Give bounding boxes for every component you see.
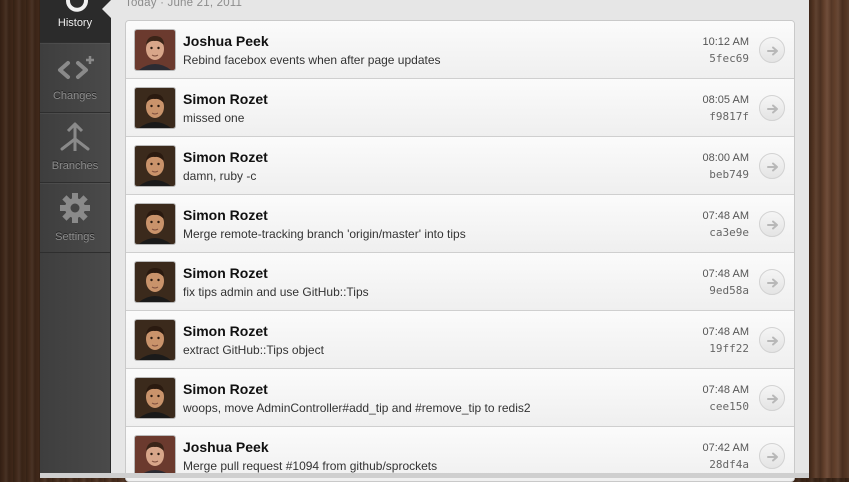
commit-message: damn, ruby -c xyxy=(183,169,257,183)
wood-background-right xyxy=(809,0,849,478)
commit-message: woops, move AdminController#add_tip and … xyxy=(183,401,531,415)
commit-row[interactable]: Joshua Peek Rebind facebox events when a… xyxy=(126,21,794,79)
arrow-right-icon xyxy=(767,104,778,114)
commit-author: Simon Rozet xyxy=(183,207,268,223)
commit-sha: cee150 xyxy=(709,400,749,413)
arrow-right-icon xyxy=(767,220,778,230)
avatar xyxy=(135,320,175,360)
sidebar: History Changes Branches Settings xyxy=(40,0,111,478)
commit-sha: ca3e9e xyxy=(709,226,749,239)
sidebar-item-label: Branches xyxy=(51,160,99,172)
commit-message: Rebind facebox events when after page up… xyxy=(183,53,441,67)
commit-sha: 5fec69 xyxy=(709,52,749,65)
bottom-bar xyxy=(40,473,809,478)
commit-message: fix tips admin and use GitHub::Tips xyxy=(183,285,369,299)
sidebar-item-label: Settings xyxy=(55,231,95,243)
sidebar-item-history[interactable]: History xyxy=(40,0,110,43)
arrow-right-icon xyxy=(767,452,778,462)
view-commit-button[interactable] xyxy=(759,327,785,353)
view-commit-button[interactable] xyxy=(759,37,785,63)
commit-time: 07:48 AM xyxy=(702,210,749,222)
history-panel: Today · June 21, 2011 Joshua Peek Rebind… xyxy=(111,0,809,482)
commit-row[interactable]: Simon Rozet woops, move AdminController#… xyxy=(126,369,794,427)
commit-message: extract GitHub::Tips object xyxy=(183,343,324,357)
commit-row[interactable]: Simon Rozet extract GitHub::Tips object … xyxy=(126,311,794,369)
avatar xyxy=(135,204,175,244)
commit-time: 07:48 AM xyxy=(702,326,749,338)
active-indicator xyxy=(102,0,111,18)
view-commit-button[interactable] xyxy=(759,153,785,179)
commit-list: Joshua Peek Rebind facebox events when a… xyxy=(125,20,795,482)
arrow-right-icon xyxy=(767,162,778,172)
sidebar-item-label: Changes xyxy=(52,90,98,102)
sidebar-item-label: History xyxy=(57,17,93,29)
commit-sha: beb749 xyxy=(709,168,749,181)
avatar xyxy=(135,146,175,186)
commit-author: Joshua Peek xyxy=(183,439,269,455)
changes-icon xyxy=(40,53,110,89)
commit-row[interactable]: Simon Rozet fix tips admin and use GitHu… xyxy=(126,253,794,311)
view-commit-button[interactable] xyxy=(759,443,785,469)
commit-row[interactable]: Simon Rozet damn, ruby -c 08:00 AM beb74… xyxy=(126,137,794,195)
commit-author: Simon Rozet xyxy=(183,323,268,339)
commit-sha: 9ed58a xyxy=(709,284,749,297)
avatar xyxy=(135,262,175,302)
commit-time: 07:42 AM xyxy=(702,442,749,454)
commit-time: 07:48 AM xyxy=(702,384,749,396)
view-commit-button[interactable] xyxy=(759,269,785,295)
arrow-right-icon xyxy=(767,336,778,346)
commit-time: 08:05 AM xyxy=(702,94,749,106)
commit-author: Simon Rozet xyxy=(183,265,268,281)
arrow-right-icon xyxy=(767,278,778,288)
commit-author: Simon Rozet xyxy=(183,381,268,397)
commit-message: missed one xyxy=(183,111,245,125)
sidebar-item-settings[interactable]: Settings xyxy=(40,183,110,253)
commit-author: Joshua Peek xyxy=(183,33,269,49)
view-commit-button[interactable] xyxy=(759,95,785,121)
date-header: Today · June 21, 2011 xyxy=(125,0,243,9)
commit-time: 08:00 AM xyxy=(702,152,749,164)
commit-time: 10:12 AM xyxy=(702,36,749,48)
sidebar-item-branches[interactable]: Branches xyxy=(40,113,110,183)
branches-icon xyxy=(40,121,110,157)
commit-author: Simon Rozet xyxy=(183,91,268,107)
avatar xyxy=(135,88,175,128)
commit-message: Merge pull request #1094 from github/spr… xyxy=(183,459,438,473)
view-commit-button[interactable] xyxy=(759,385,785,411)
commit-row[interactable]: Simon Rozet missed one 08:05 AM f9817f xyxy=(126,79,794,137)
app-window: History Changes Branches Settings Today … xyxy=(40,0,809,482)
sidebar-item-changes[interactable]: Changes xyxy=(40,43,110,113)
history-icon xyxy=(40,0,110,17)
arrow-right-icon xyxy=(767,46,778,56)
avatar xyxy=(135,436,175,476)
avatar xyxy=(135,378,175,418)
arrow-right-icon xyxy=(767,394,778,404)
commit-author: Simon Rozet xyxy=(183,149,268,165)
commit-sha: 28df4a xyxy=(709,458,749,471)
view-commit-button[interactable] xyxy=(759,211,785,237)
commit-time: 07:48 AM xyxy=(702,268,749,280)
gear-icon xyxy=(40,190,110,226)
commit-message: Merge remote-tracking branch 'origin/mas… xyxy=(183,227,466,241)
avatar xyxy=(135,30,175,70)
commit-sha: f9817f xyxy=(709,110,749,123)
commit-sha: 19ff22 xyxy=(709,342,749,355)
commit-row[interactable]: Simon Rozet Merge remote-tracking branch… xyxy=(126,195,794,253)
